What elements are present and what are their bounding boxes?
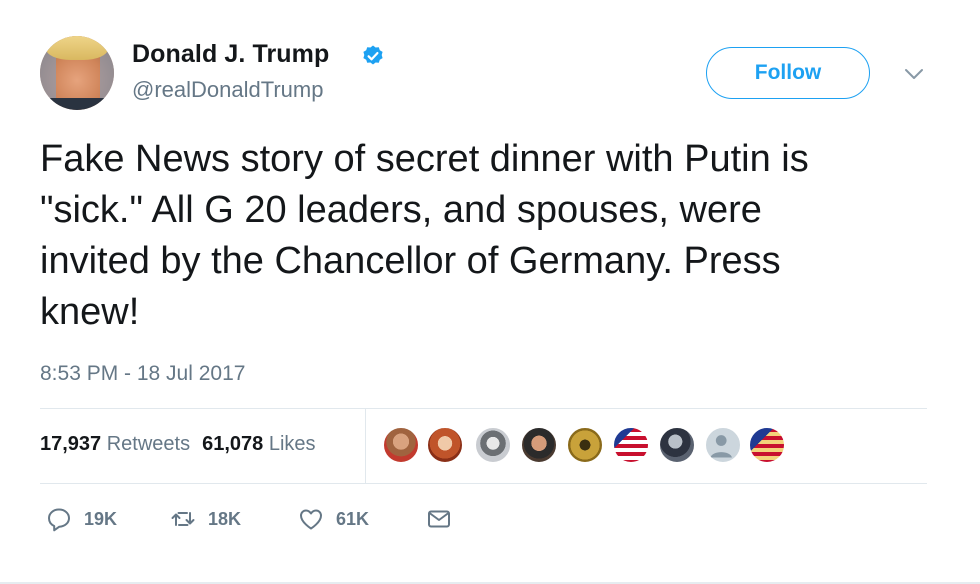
liker-avatar-4[interactable] — [520, 426, 558, 464]
likes-stat[interactable]: 61,078 Likes — [202, 433, 315, 455]
reply-button[interactable]: 19K — [46, 504, 117, 534]
retweets-count: 17,937 — [40, 433, 102, 455]
divider — [40, 483, 927, 484]
vertical-divider — [365, 409, 366, 483]
retweet-button[interactable]: 18K — [170, 504, 241, 534]
likes-count: 61,078 — [202, 433, 264, 455]
liker-avatar-5[interactable] — [566, 426, 604, 464]
liker-avatar-9[interactable] — [748, 426, 786, 464]
reply-icon — [48, 508, 70, 532]
like-count: 61K — [336, 508, 370, 529]
author-avatar[interactable] — [40, 36, 114, 110]
tweet-timestamp[interactable]: 8:53 PM - 18 Jul 2017 — [40, 362, 245, 386]
liker-avatar-7[interactable] — [658, 426, 696, 464]
retweets-label: Retweets — [106, 433, 191, 455]
like-button[interactable]: 61K — [298, 504, 369, 534]
author-handle[interactable]: @realDonaldTrump — [132, 77, 323, 103]
direct-message-button[interactable] — [426, 504, 452, 534]
heart-icon — [300, 509, 322, 530]
verified-badge-icon — [363, 45, 383, 65]
author-name[interactable]: Donald J. Trump — [132, 40, 329, 69]
chevron-down-icon[interactable] — [903, 66, 925, 82]
liker-avatar-3[interactable] — [474, 426, 512, 464]
retweet-icon — [171, 512, 195, 526]
envelope-icon — [428, 510, 450, 528]
liker-avatar-2[interactable] — [426, 426, 464, 464]
reply-count: 19K — [84, 508, 118, 529]
retweets-stat[interactable]: 17,937 Retweets — [40, 433, 190, 455]
liker-avatar-6-us-flag[interactable] — [612, 426, 650, 464]
tweet-text: Fake News story of secret dinner with Pu… — [40, 138, 809, 333]
follow-button[interactable]: Follow — [706, 47, 870, 99]
engagement-stats: 17,937 Retweets 61,078 Likes — [40, 433, 316, 456]
likes-label: Likes — [268, 433, 316, 455]
liker-avatar-8-default[interactable] — [704, 426, 742, 464]
retweet-count: 18K — [208, 508, 242, 529]
liker-avatar-1[interactable] — [382, 426, 420, 464]
tweet-card: Donald J. Trump @realDonaldTrump Follow … — [0, 0, 980, 584]
divider — [40, 408, 927, 409]
